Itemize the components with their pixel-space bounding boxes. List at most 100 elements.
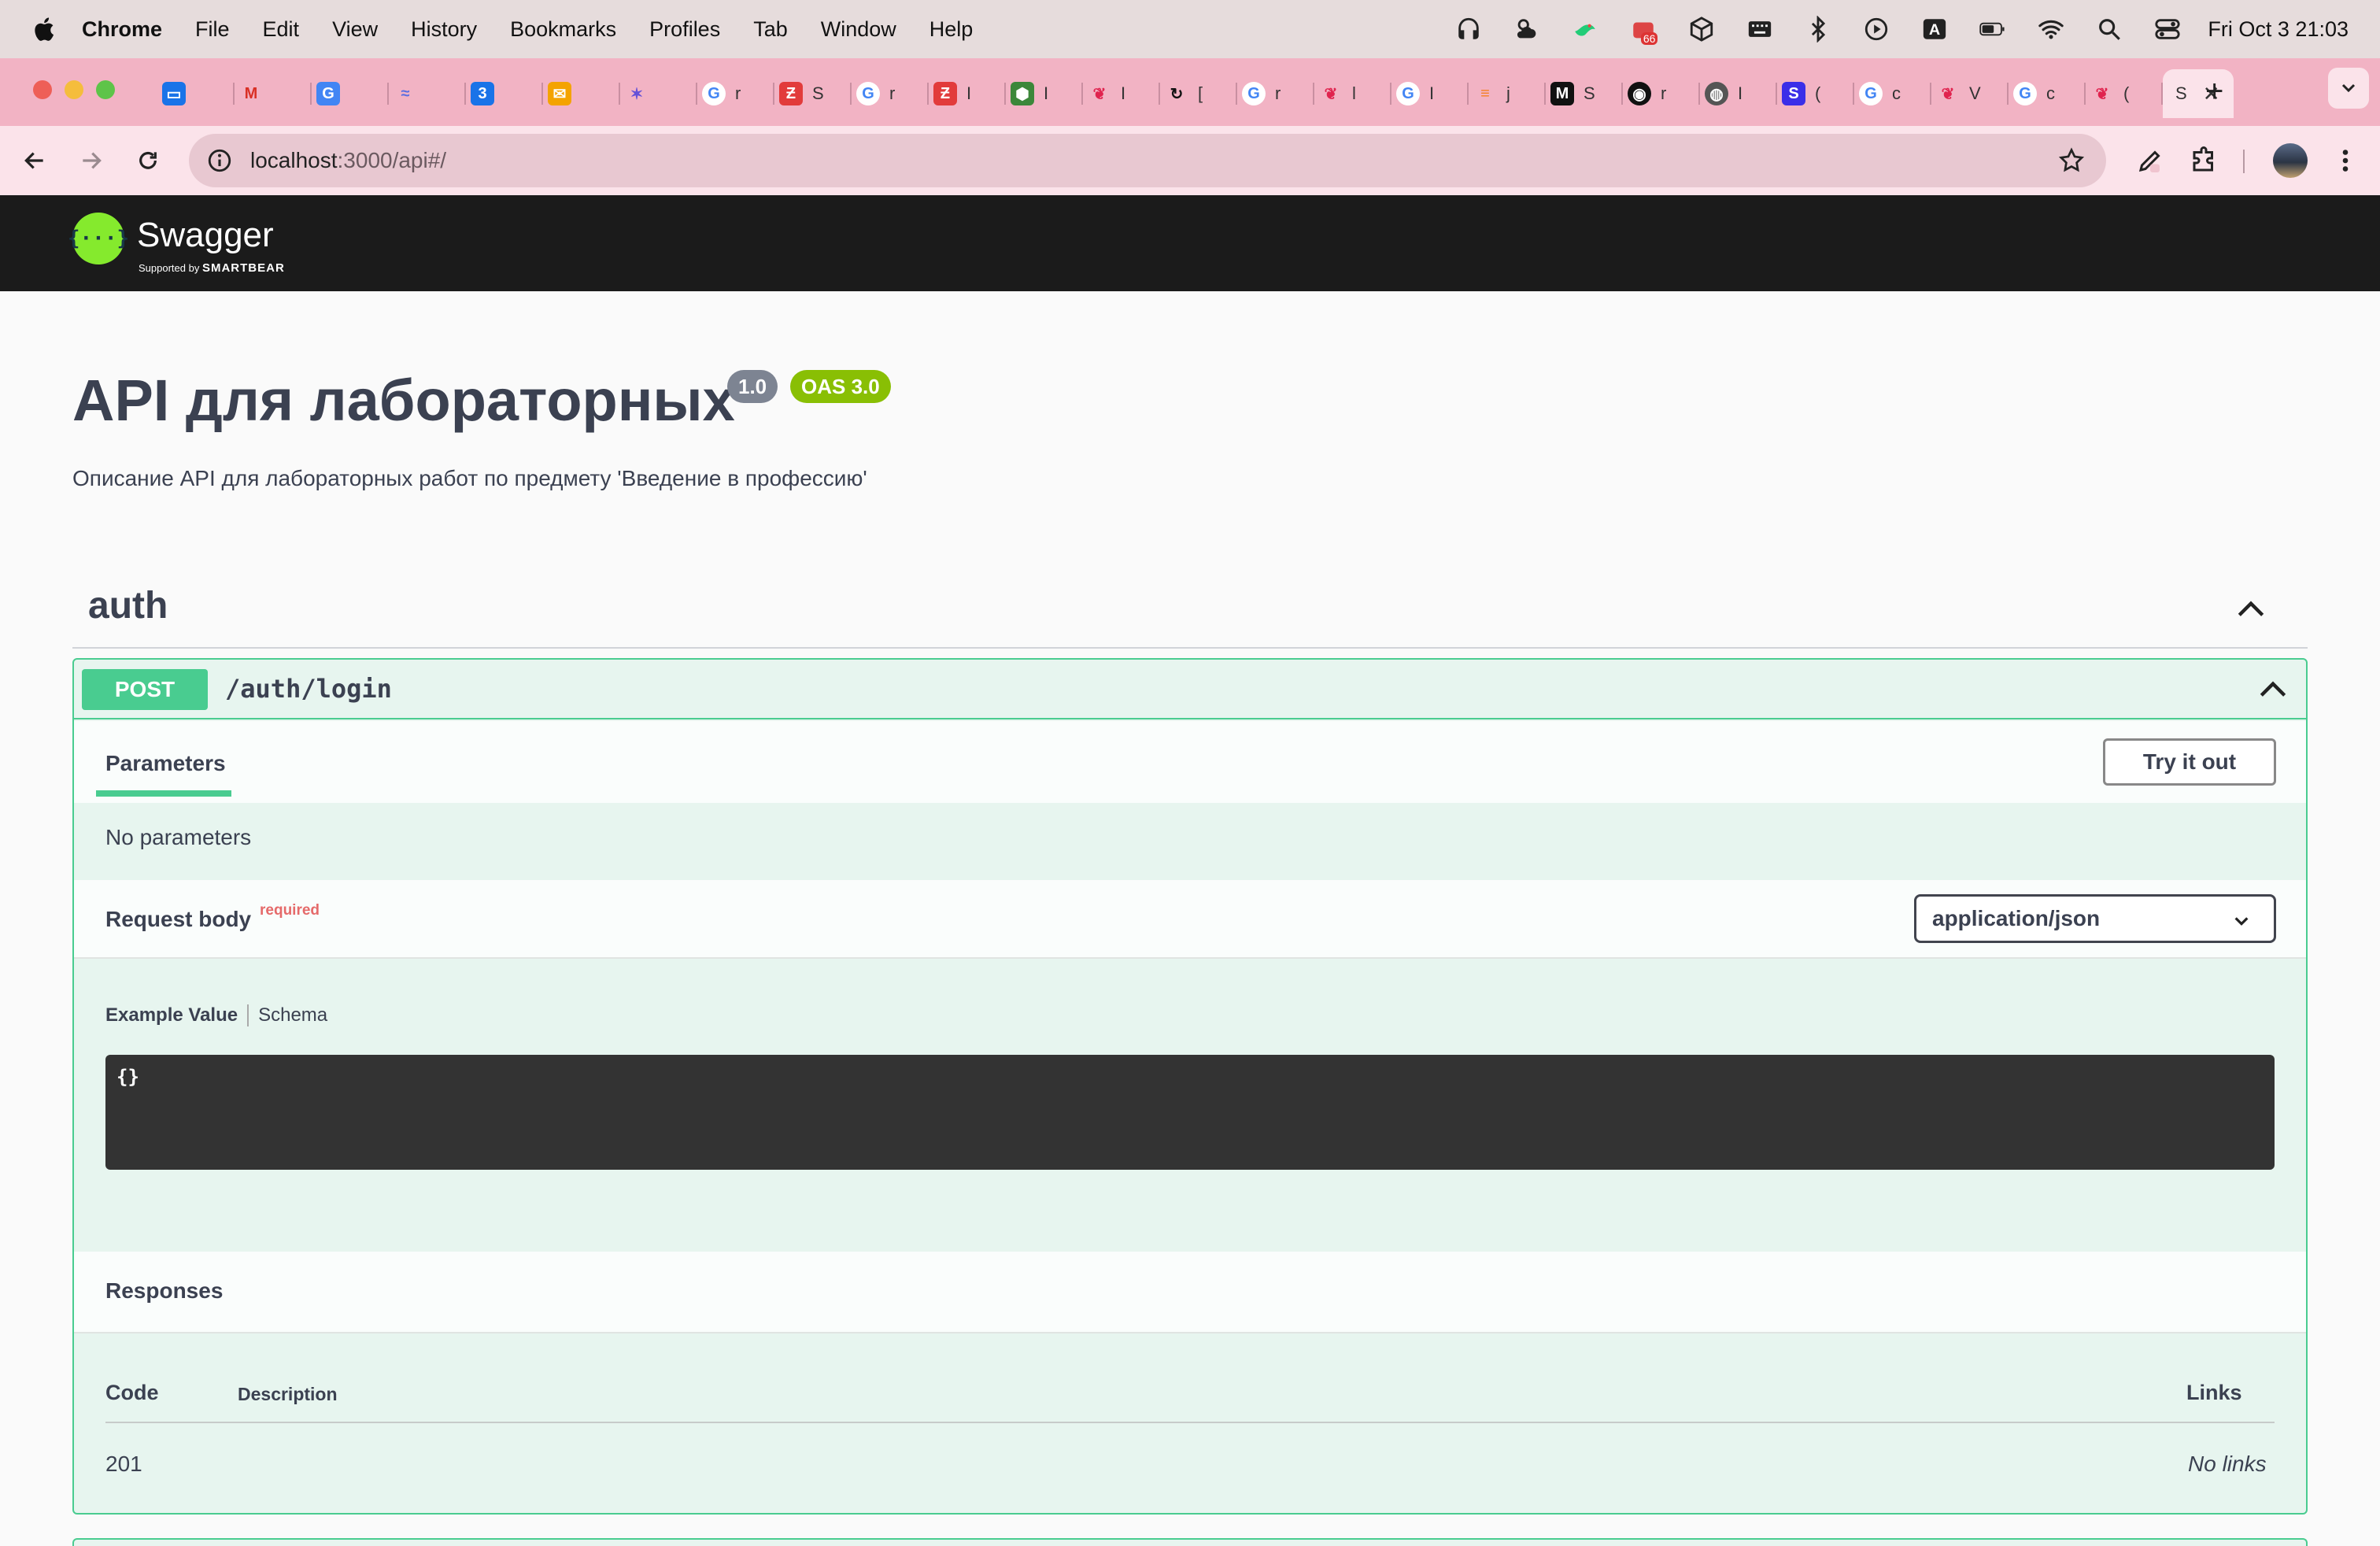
tab-title: j	[1506, 83, 1510, 103]
translate-icon: G	[316, 82, 340, 105]
no-parameters-text: No parameters	[105, 825, 252, 849]
wifi-icon[interactable]	[2037, 15, 2065, 43]
example-code-block[interactable]: {}	[105, 1055, 2275, 1170]
new-tab-button[interactable]: +	[2205, 74, 2223, 109]
tab-schema[interactable]: Schema	[258, 1004, 327, 1026]
chevron-up-icon[interactable]	[2256, 672, 2290, 707]
tab[interactable]: M	[235, 72, 312, 116]
close-window-button[interactable]	[33, 80, 52, 99]
tab-active-underline	[96, 790, 231, 797]
apple-menu-icon[interactable]	[31, 16, 55, 43]
required-label: required	[260, 902, 320, 919]
weather-icon[interactable]	[1513, 15, 1541, 43]
content-type-select[interactable]: application/json	[1914, 894, 2276, 943]
tab[interactable]: Gc	[2009, 72, 2086, 116]
menu-bookmarks[interactable]: Bookmarks	[510, 17, 616, 42]
menu-tab[interactable]: Tab	[753, 17, 788, 42]
zoom-window-button[interactable]	[96, 80, 115, 99]
forward-button[interactable]	[74, 143, 109, 178]
tag-auth-title[interactable]: auth	[88, 584, 168, 627]
next-operation-block[interactable]	[72, 1538, 2308, 1546]
menu-view[interactable]: View	[332, 17, 378, 42]
tab[interactable]: ◍ I	[1700, 72, 1777, 116]
reload-button[interactable]	[131, 143, 165, 178]
try-it-out-button[interactable]: Try it out	[2103, 738, 2276, 786]
tab-title: I	[1429, 83, 1435, 103]
tab-title: r	[889, 83, 896, 103]
tab[interactable]: Gr	[697, 72, 774, 116]
operation-summary[interactable]: POST /auth/login	[74, 660, 2306, 719]
address-bar[interactable]: localhost:3000/api#/	[189, 134, 2106, 187]
menu-clock[interactable]: Fri Oct 3 21:03	[2208, 17, 2349, 42]
column-header-code: Code	[105, 1381, 159, 1404]
bookmark-star-icon[interactable]	[2057, 146, 2086, 175]
tab[interactable]: Gc	[1854, 72, 1931, 116]
spotlight-search-icon[interactable]	[2095, 15, 2123, 43]
tab[interactable]: ✶	[620, 72, 697, 116]
extensions-puzzle-icon[interactable]	[2188, 145, 2219, 176]
tab[interactable]: GI	[1391, 72, 1469, 116]
headphones-icon[interactable]	[1454, 15, 1483, 43]
s-icon: S	[1782, 82, 1805, 105]
minimize-window-button[interactable]	[65, 80, 83, 99]
nest-icon: ❦	[2095, 85, 2109, 103]
tab[interactable]: Gr	[852, 72, 929, 116]
tag-divider	[72, 647, 2308, 649]
package-icon[interactable]	[1687, 15, 1716, 43]
chevron-up-icon[interactable]	[2234, 592, 2268, 627]
menu-profiles[interactable]: Profiles	[649, 17, 720, 42]
pen-extension-icon[interactable]	[2134, 145, 2166, 176]
control-center-icon[interactable]	[2153, 15, 2182, 43]
more-menu-icon[interactable]	[2330, 145, 2361, 176]
site-info-icon[interactable]	[206, 147, 233, 174]
tab[interactable]: G	[312, 72, 389, 116]
menu-app-chrome[interactable]: Chrome	[82, 17, 162, 42]
tab[interactable]: ⬢ I	[1006, 72, 1083, 116]
tab-parameters[interactable]: Parameters	[105, 751, 226, 776]
swagger-logo-icon[interactable]: {···}	[68, 213, 129, 264]
medium-icon: M	[1550, 82, 1574, 105]
tab[interactable]: ❦(	[2086, 72, 2163, 116]
tab[interactable]: ❦ I	[1083, 72, 1160, 116]
tab[interactable]: ❦ l	[1314, 72, 1391, 116]
tab[interactable]: MS	[1546, 72, 1623, 116]
svg-text:A: A	[1929, 21, 1940, 39]
tab[interactable]: ≡ j	[1469, 72, 1546, 116]
tab-search-button[interactable]	[2328, 68, 2369, 109]
menu-edit[interactable]: Edit	[263, 17, 300, 42]
tab[interactable]: ❦ V	[1931, 72, 2009, 116]
menu-window[interactable]: Window	[821, 17, 896, 42]
bluetooth-icon[interactable]	[1804, 15, 1832, 43]
back-button[interactable]	[17, 143, 52, 178]
play-icon[interactable]	[1862, 15, 1890, 43]
swagger-brand-name[interactable]: Swagger	[137, 216, 274, 255]
profile-avatar[interactable]	[2273, 143, 2308, 178]
menu-file[interactable]: File	[195, 17, 230, 42]
menu-history[interactable]: History	[411, 17, 477, 42]
operation-post-auth-login: POST /auth/login Parameters Try it out N…	[72, 658, 2308, 1515]
tab[interactable]: ◉ r	[1623, 72, 1700, 116]
tab-title: r	[735, 83, 741, 103]
keyboard-icon[interactable]	[1746, 15, 1774, 43]
bird-status-icon[interactable]	[1571, 15, 1599, 43]
battery-badge-icon[interactable]: 66	[1629, 15, 1658, 45]
tab[interactable]: ▭	[157, 72, 235, 116]
tab[interactable]: ƵS	[774, 72, 852, 116]
tab[interactable]: ✉	[543, 72, 620, 116]
request-body-header: Request body required application/json	[74, 880, 2306, 959]
tab[interactable]: S(	[1777, 72, 1854, 116]
node-icon: ⬢	[1011, 82, 1034, 105]
tab[interactable]: 3	[466, 72, 543, 116]
tab-title: S	[812, 83, 824, 103]
input-source-icon[interactable]: A	[1920, 15, 1949, 43]
tab[interactable]: ƵI	[929, 72, 1006, 116]
tab-example-value[interactable]: Example Value	[105, 1004, 238, 1026]
menu-help[interactable]: Help	[929, 17, 974, 42]
url-path: :3000/api#/	[337, 148, 447, 172]
tab[interactable]: Gr	[1237, 72, 1314, 116]
tab[interactable]: ↻[	[1160, 72, 1237, 116]
nest-icon: ❦	[1324, 85, 1338, 103]
oas-badge: OAS 3.0	[790, 370, 891, 403]
battery-icon[interactable]	[1979, 15, 2007, 43]
tab[interactable]: ≈	[389, 72, 466, 116]
